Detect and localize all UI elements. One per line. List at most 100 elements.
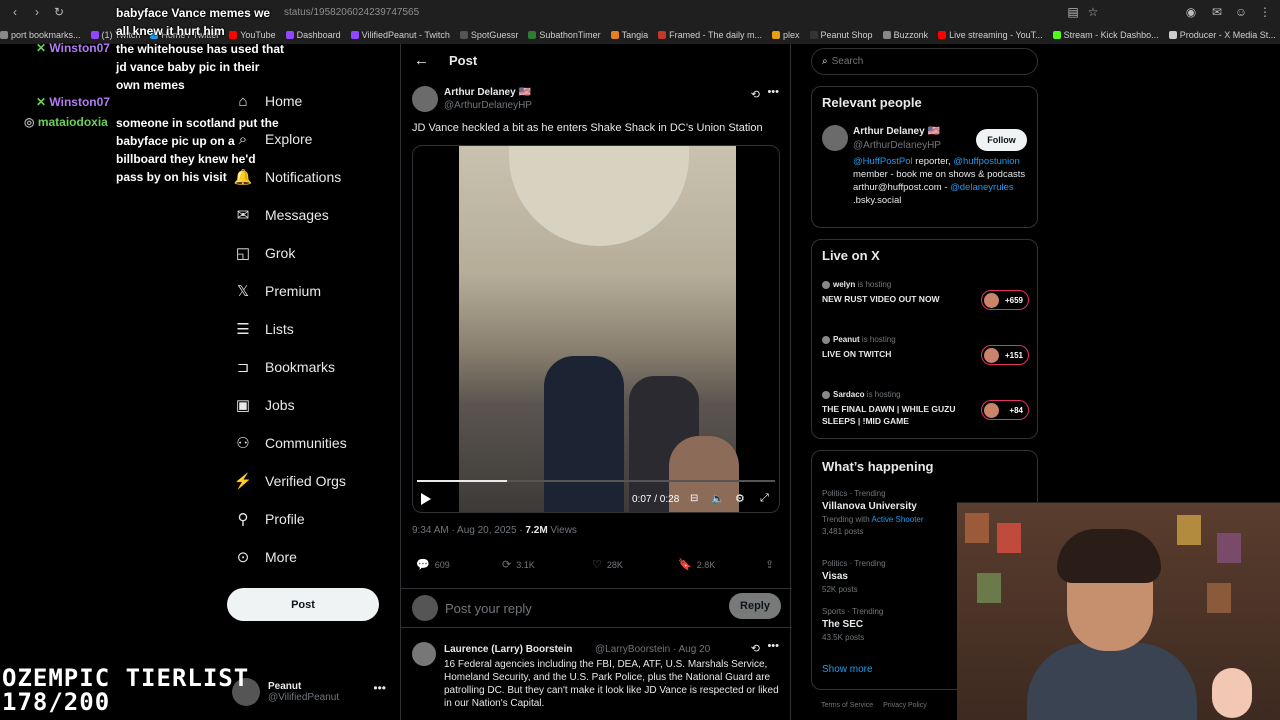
avatar[interactable] (412, 642, 436, 666)
bio-link[interactable]: @huffpostunion (953, 156, 1020, 167)
bookmark-item[interactable]: Peanut Shop (809, 30, 873, 40)
star-icon[interactable]: ☆ (1086, 5, 1100, 19)
search-box[interactable]: ⌕ (811, 48, 1038, 75)
bookmark-item[interactable]: Dashboard (285, 30, 341, 40)
account-switcher[interactable]: Peanut @VilifiedPeanut ••• (232, 675, 392, 709)
more-circle-icon: ⊙ (236, 549, 250, 566)
live-item[interactable]: Peanut is hosting LIVE ON TWITCH +151 (822, 335, 1029, 379)
menu-icon[interactable]: ⋮ (1258, 5, 1272, 19)
home-icon: ⌂ (238, 92, 248, 110)
person-handle[interactable]: @ArthurDelaneyHP (853, 140, 941, 151)
search-input[interactable] (831, 56, 1022, 67)
live-title: NEW RUST VIDEO OUT NOW (822, 294, 940, 304)
person-name[interactable]: Arthur Delaney 🇺🇸 (853, 126, 940, 137)
chat-username: ◎ mataiodoxia (24, 115, 108, 129)
back-arrow-icon[interactable]: ← (414, 52, 429, 69)
nav-item-messages[interactable]: ✉ Messages (225, 196, 395, 234)
extension-icon[interactable]: ◉ (1184, 5, 1198, 19)
live-item[interactable]: Sardaco is hosting THE FINAL DAWN | WHILE… (822, 390, 1029, 434)
more-icon[interactable]: ••• (767, 86, 779, 98)
video-scene-arch (509, 146, 689, 246)
grok-icon[interactable]: ⟲ (751, 88, 760, 101)
video-progress-bar[interactable] (417, 480, 775, 482)
more-icon[interactable]: ••• (373, 681, 386, 695)
bookmark-item[interactable]: Live streaming - YouT... (938, 30, 1043, 40)
author-handle[interactable]: @ArthurDelaneyHP (444, 100, 532, 111)
bio-link[interactable]: @delaneyrules (950, 182, 1014, 193)
live-listeners-pill[interactable]: +151 (981, 345, 1029, 365)
follow-button[interactable]: Follow (976, 129, 1027, 151)
bio-link[interactable]: @HuffPostPol (853, 156, 913, 167)
reload-icon[interactable]: ↻ (52, 5, 66, 19)
reader-icon[interactable]: ▤ (1066, 5, 1080, 19)
cam-scene-poster (1177, 515, 1201, 545)
relevant-people-card: Relevant people Arthur Delaney 🇺🇸 @Arthu… (811, 86, 1038, 228)
bookmark-item[interactable]: Framed - The daily m... (658, 30, 762, 40)
cam-scene-poster (977, 573, 1001, 603)
live-count: +659 (1004, 295, 1023, 305)
share-action[interactable]: ⇪ (765, 558, 779, 571)
account-handle: @VilifiedPeanut (268, 692, 340, 703)
bookmark-item[interactable]: VilifiedPeanut - Twitch (350, 30, 450, 40)
live-listeners-pill[interactable]: +84 (981, 400, 1029, 420)
compose-post-button[interactable]: Post (227, 588, 379, 621)
nav-item-jobs[interactable]: ▣ Jobs (225, 386, 395, 424)
reply-count: 609 (434, 559, 450, 570)
author-name[interactable]: Arthur Delaney 🇺🇸 (444, 87, 531, 98)
reply-input[interactable]: Post your reply (445, 601, 532, 616)
footer-link[interactable]: Terms of Service (821, 702, 873, 709)
bookmark-item[interactable]: Producer - X Media St... (1168, 30, 1276, 40)
live-item[interactable]: welyn is hosting NEW RUST VIDEO OUT NOW +6… (822, 280, 1029, 324)
emoji-extension-icon[interactable]: ☺ (1234, 5, 1248, 19)
nav-item-grok[interactable]: ◱ Grok (225, 234, 395, 272)
video-player[interactable]: 0:07 / 0:28 ⊟ 🔈 ⚙ ⤢ (412, 145, 780, 513)
more-icon[interactable]: ••• (767, 640, 779, 652)
mail-extension-icon[interactable]: ✉ (1210, 5, 1224, 19)
bookmark-label: port bookmarks... (11, 30, 81, 40)
play-icon[interactable] (421, 493, 431, 505)
bookmark-label: SpotGuessr (470, 30, 519, 40)
bookmark-item[interactable]: plex (772, 30, 800, 40)
nav-item-premium[interactable]: 𝕏 Premium (225, 272, 395, 310)
reply-author-name[interactable]: Laurence (Larry) Boorstein (444, 644, 572, 655)
nav-item-more[interactable]: ⊙ More (225, 538, 395, 576)
bio-text: .bsky.social (853, 195, 902, 206)
bookmark-item[interactable]: Stream - Kick Dashbo... (1052, 30, 1159, 40)
address-bar[interactable]: status/1958206024239747565 (284, 7, 419, 18)
bookmark-label: Stream - Kick Dashbo... (1063, 30, 1159, 40)
reply-author-handle[interactable]: @LarryBoorstein · Aug 20 (595, 644, 710, 655)
trend-context-link[interactable]: Active Shooter (872, 515, 924, 524)
bookmark-item[interactable]: port bookmarks... (0, 30, 81, 40)
avatar[interactable] (412, 86, 438, 112)
gear-icon[interactable]: ⚙ (735, 492, 745, 505)
bookmark-item[interactable]: Tangia (610, 30, 648, 40)
bookmark-item[interactable]: SpotGuessr (459, 30, 519, 40)
reply-button[interactable]: Reply (729, 593, 781, 619)
footer-link[interactable]: Privacy Policy (883, 702, 927, 709)
nav-item-profile[interactable]: ⚲ Profile (225, 500, 395, 538)
bookmark-item[interactable]: Buzzonk (882, 30, 928, 40)
like-action[interactable]: ♡ 28K (592, 558, 623, 571)
heart-icon: ♡ (592, 559, 602, 571)
avatar[interactable] (822, 125, 848, 151)
forward-icon[interactable]: › (30, 5, 44, 19)
back-icon[interactable]: ‹ (8, 5, 22, 19)
nav-item-lists[interactable]: ☰ Lists (225, 310, 395, 348)
live-listeners-pill[interactable]: +659 (981, 290, 1029, 310)
bookmark-action[interactable]: 🔖 2.8K (678, 558, 715, 571)
bookmark-item[interactable]: SubathonTimer (528, 30, 601, 40)
volume-icon[interactable]: 🔈 (711, 492, 725, 505)
share-icon: ⇪ (765, 559, 775, 571)
bookmark-favicon-icon (809, 31, 818, 39)
nav-item-communities[interactable]: ⚇ Communities (225, 424, 395, 462)
reply-action[interactable]: 💬 609 (416, 558, 450, 571)
captions-icon[interactable]: ⊟ (690, 493, 698, 504)
fullscreen-icon[interactable]: ⤢ (760, 492, 769, 505)
nav-item-verified-orgs[interactable]: ⚡ Verified Orgs (225, 462, 395, 500)
grok-icon[interactable]: ⟲ (751, 642, 760, 655)
repost-action[interactable]: ⟳ 3.1K (502, 558, 535, 571)
nav-item-bookmarks[interactable]: ⊐ Bookmarks (225, 348, 395, 386)
avatar (822, 390, 830, 399)
show-more-link[interactable]: Show more (822, 664, 873, 675)
post-author: Arthur Delaney 🇺🇸 @ArthurDelaneyHP ⟲ ••• (412, 86, 782, 116)
